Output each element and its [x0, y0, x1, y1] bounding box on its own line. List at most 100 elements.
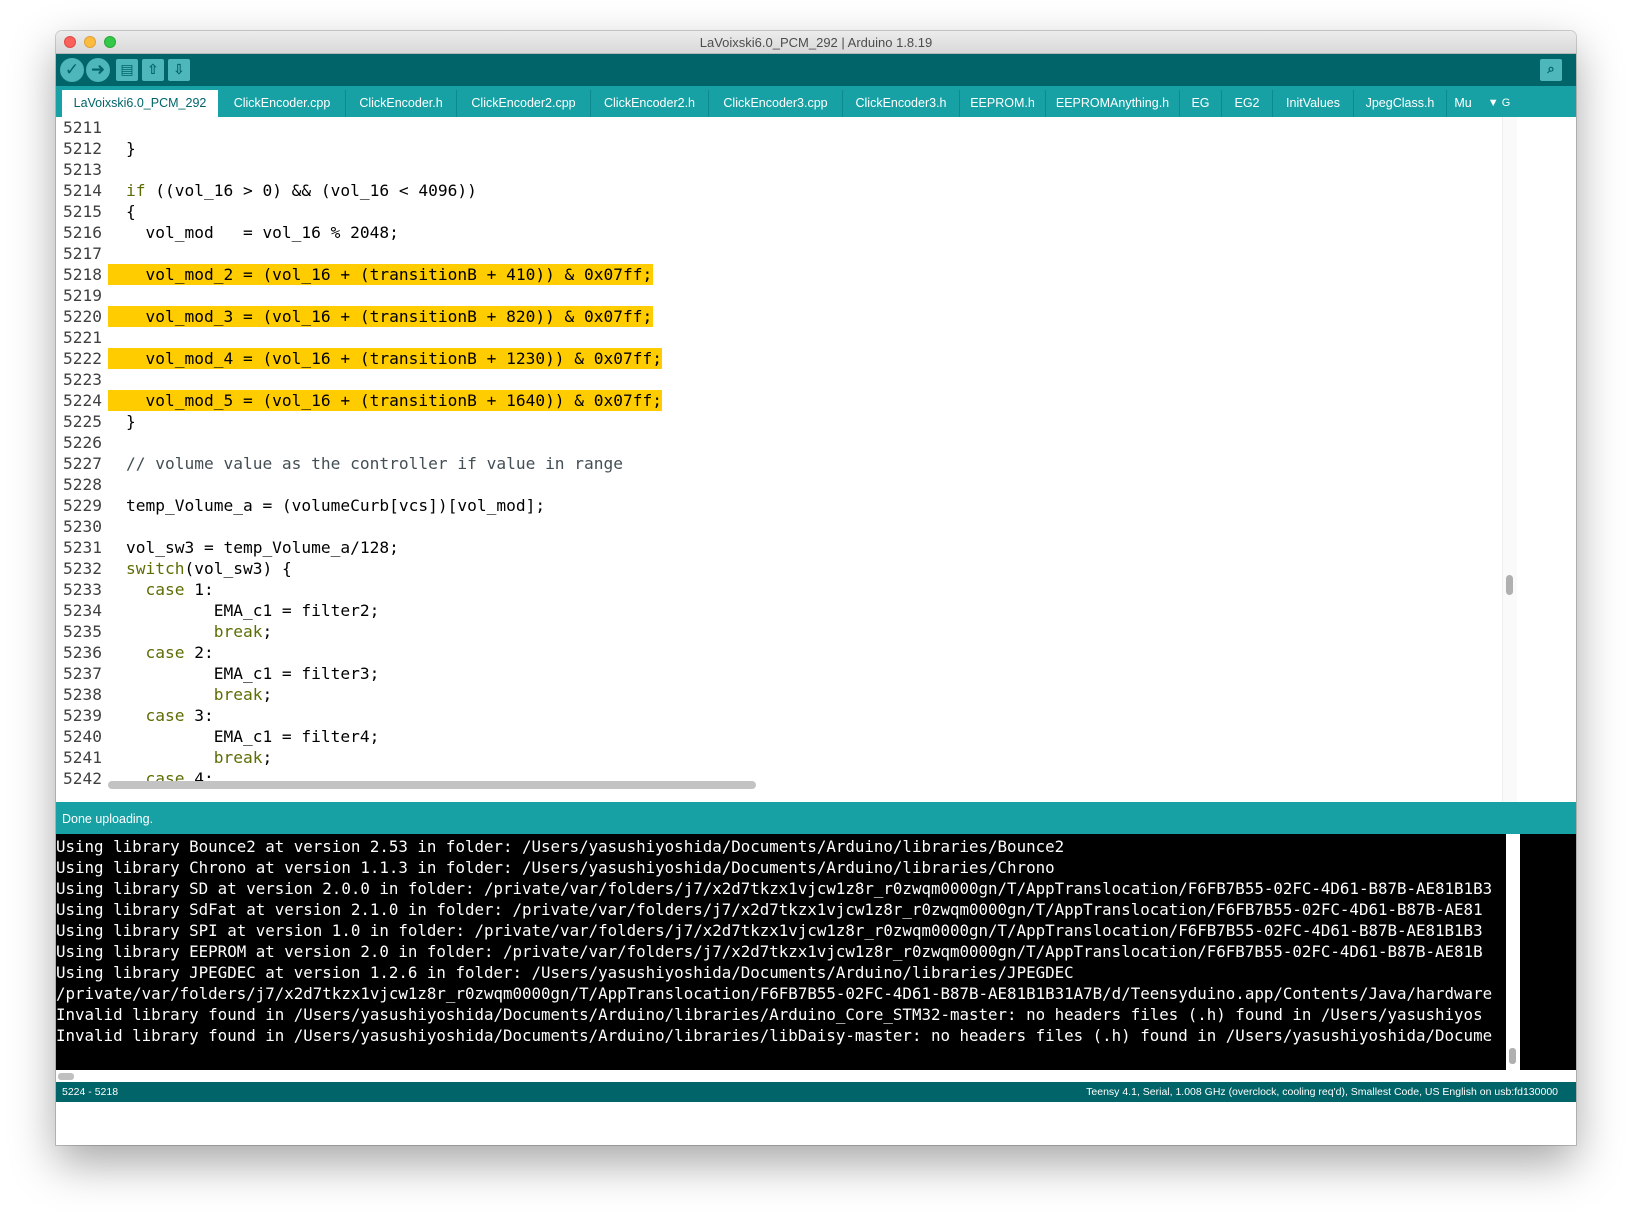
- tab-eeprom-h[interactable]: EEPROM.h: [960, 90, 1046, 117]
- code-text: // volume value as the controller if val…: [126, 454, 624, 473]
- upload-button[interactable]: ➜: [86, 58, 110, 82]
- code-line: 5228: [56, 474, 1516, 495]
- code-text: vol_mod_3 = (vol_16 + (transitionB + 820…: [126, 307, 653, 326]
- code-line: 5229 temp_Volume_a = (volumeCurb[vcs])[vo…: [56, 495, 1516, 516]
- tab-eepromanything-h[interactable]: EEPROMAnything.h: [1046, 90, 1180, 117]
- line-number: 5226: [63, 433, 102, 452]
- code-line: 5237 EMA_c1 = filter3;: [56, 663, 1516, 684]
- code-line: 5225}: [56, 411, 1516, 432]
- code-text: break;: [213, 685, 273, 704]
- line-number: 5215: [63, 202, 102, 221]
- code-line: 5213: [56, 159, 1516, 180]
- checkmark-icon: ✓: [64, 60, 80, 80]
- editor-vertical-scroll-track[interactable]: [1502, 117, 1517, 809]
- console-vertical-scroll-track[interactable]: [1506, 834, 1520, 1070]
- line-number: 5218: [63, 265, 102, 284]
- tab-menu-button[interactable]: ▼ G: [1479, 90, 1519, 117]
- code-text: if ((vol_16 > 0) && (vol_16 < 4096)): [126, 181, 477, 200]
- tab-clickencoder-cpp[interactable]: ClickEncoder.cpp: [219, 90, 346, 117]
- tab-initvalues[interactable]: InitValues: [1273, 90, 1354, 117]
- tab-clickencoder3-cpp[interactable]: ClickEncoder3.cpp: [709, 90, 843, 117]
- code-text: }: [126, 412, 136, 431]
- code-line: 5231 vol_sw3 = temp_Volume_a/128;: [56, 537, 1516, 558]
- console-line: Using library SdFat at version 2.1.0 in …: [56, 900, 1483, 919]
- open-sketch-button[interactable]: ⇧: [142, 59, 164, 81]
- tab-clickencoder-h[interactable]: ClickEncoder.h: [346, 90, 457, 117]
- code-line: 5233 case 1:: [56, 579, 1516, 600]
- code-text: case 3:: [145, 706, 214, 725]
- code-text: EMA_c1 = filter3;: [126, 664, 380, 683]
- code-text: vol_mod_5 = (vol_16 + (transitionB + 164…: [126, 391, 663, 410]
- line-number: 5221: [63, 328, 102, 347]
- code-line: 5214 if ((vol_16 > 0) && (vol_16 < 4096)): [56, 180, 1516, 201]
- verify-button[interactable]: ✓: [60, 58, 84, 82]
- magnifier-icon: ⌕: [1547, 62, 1555, 77]
- line-number: 5212: [63, 139, 102, 158]
- new-sketch-button[interactable]: ▤: [116, 59, 138, 81]
- line-number: 5232: [63, 559, 102, 578]
- tab-clickencoder2-h[interactable]: ClickEncoder2.h: [591, 90, 709, 117]
- code-text: vol_sw3 = temp_Volume_a/128;: [126, 538, 399, 557]
- line-number: 5235: [63, 622, 102, 641]
- line-number: 5238: [63, 685, 102, 704]
- window-title: LaVoixski6.0_PCM_292 | Arduino 1.8.19: [699, 35, 933, 50]
- serial-monitor-button[interactable]: ⌕: [1540, 59, 1562, 81]
- code-text: vol_mod_2 = (vol_16 + (transitionB + 410…: [126, 265, 653, 284]
- code-text: }: [126, 139, 136, 158]
- code-line: 5226: [56, 432, 1516, 453]
- line-number: 5219: [63, 286, 102, 305]
- line-number: 5229: [63, 496, 102, 515]
- line-number: 5225: [63, 412, 102, 431]
- line-number: 5242: [63, 769, 102, 788]
- console-line: Using library SD at version 2.0.0 in fol…: [56, 879, 1493, 898]
- console-output[interactable]: Using library Bounce2 at version 2.53 in…: [56, 834, 1576, 1070]
- tab-eg[interactable]: EG: [1180, 90, 1222, 117]
- up-arrow-icon: ⇧: [147, 62, 159, 78]
- console-line: Using library Bounce2 at version 2.53 in…: [56, 837, 1065, 856]
- editor-horizontal-scrollbar[interactable]: [108, 781, 756, 789]
- tab-lavoixski[interactable]: LaVoixski6.0_PCM_292: [62, 90, 218, 118]
- tab-clickencoder3-h[interactable]: ClickEncoder3.h: [843, 90, 960, 117]
- new-file-icon: ▤: [120, 62, 134, 78]
- code-line: 5219: [56, 285, 1516, 306]
- save-sketch-button[interactable]: ⇩: [168, 59, 190, 81]
- tab-mu[interactable]: Mu: [1447, 90, 1479, 117]
- line-number: 5224: [63, 391, 102, 410]
- code-line: 5235 break;: [56, 621, 1516, 642]
- console-line: Invalid library found in /Users/yasushiy…: [56, 1005, 1483, 1024]
- selected-line-range: 5224 - 5218: [62, 1086, 119, 1098]
- code-line: 5212}: [56, 138, 1516, 159]
- code-text: vol_mod = vol_16 % 2048;: [126, 223, 399, 242]
- code-text: break;: [213, 748, 273, 767]
- code-line: 5240 EMA_c1 = filter4;: [56, 726, 1516, 747]
- status-message: Done uploading.: [62, 812, 154, 826]
- code-text: vol_mod_4 = (vol_16 + (transitionB + 123…: [126, 349, 663, 368]
- code-text: EMA_c1 = filter2;: [126, 601, 380, 620]
- code-line: 5217: [56, 243, 1516, 264]
- tab-eg2[interactable]: EG2: [1222, 90, 1273, 117]
- tab-jpegclass-h[interactable]: JpegClass.h: [1354, 90, 1447, 117]
- status-bar: Done uploading.: [56, 802, 1576, 834]
- tab-clickencoder2-cpp[interactable]: ClickEncoder2.cpp: [457, 90, 591, 117]
- line-number: 5216: [63, 223, 102, 242]
- line-number: 5211: [63, 118, 102, 137]
- toolbar: ✓ ➜ ▤ ⇧ ⇩ ⌕: [56, 54, 1576, 86]
- footer-bar: 5224 - 5218 Teensy 4.1, Serial, 1.008 GH…: [56, 1082, 1576, 1102]
- console-vertical-scrollbar[interactable]: [1509, 1048, 1516, 1064]
- title-bar: LaVoixski6.0_PCM_292 | Arduino 1.8.19: [56, 31, 1576, 54]
- code-line: 5238 break;: [56, 684, 1516, 705]
- code-line: 5239 case 3:: [56, 705, 1516, 726]
- line-number: 5230: [63, 517, 102, 536]
- console-horizontal-scrollbar[interactable]: [58, 1073, 74, 1080]
- editor-vertical-scrollbar[interactable]: [1506, 575, 1513, 595]
- line-number: 5236: [63, 643, 102, 662]
- line-number: 5241: [63, 748, 102, 767]
- code-line: 5236 case 2:: [56, 642, 1516, 663]
- line-number: 5214: [63, 181, 102, 200]
- code-line: 5216 vol_mod = vol_16 % 2048;: [56, 222, 1516, 243]
- code-line: 5218 vol_mod_2 = (vol_16 + (transitionB …: [56, 264, 1516, 285]
- line-number: 5222: [63, 349, 102, 368]
- code-editor[interactable]: 5211 5212} 5213 5214 if ((vol_16 > 0) && (vo…: [56, 117, 1576, 809]
- line-number: 5227: [63, 454, 102, 473]
- arduino-window: LaVoixski6.0_PCM_292 | Arduino 1.8.19 ✓ …: [56, 31, 1576, 1145]
